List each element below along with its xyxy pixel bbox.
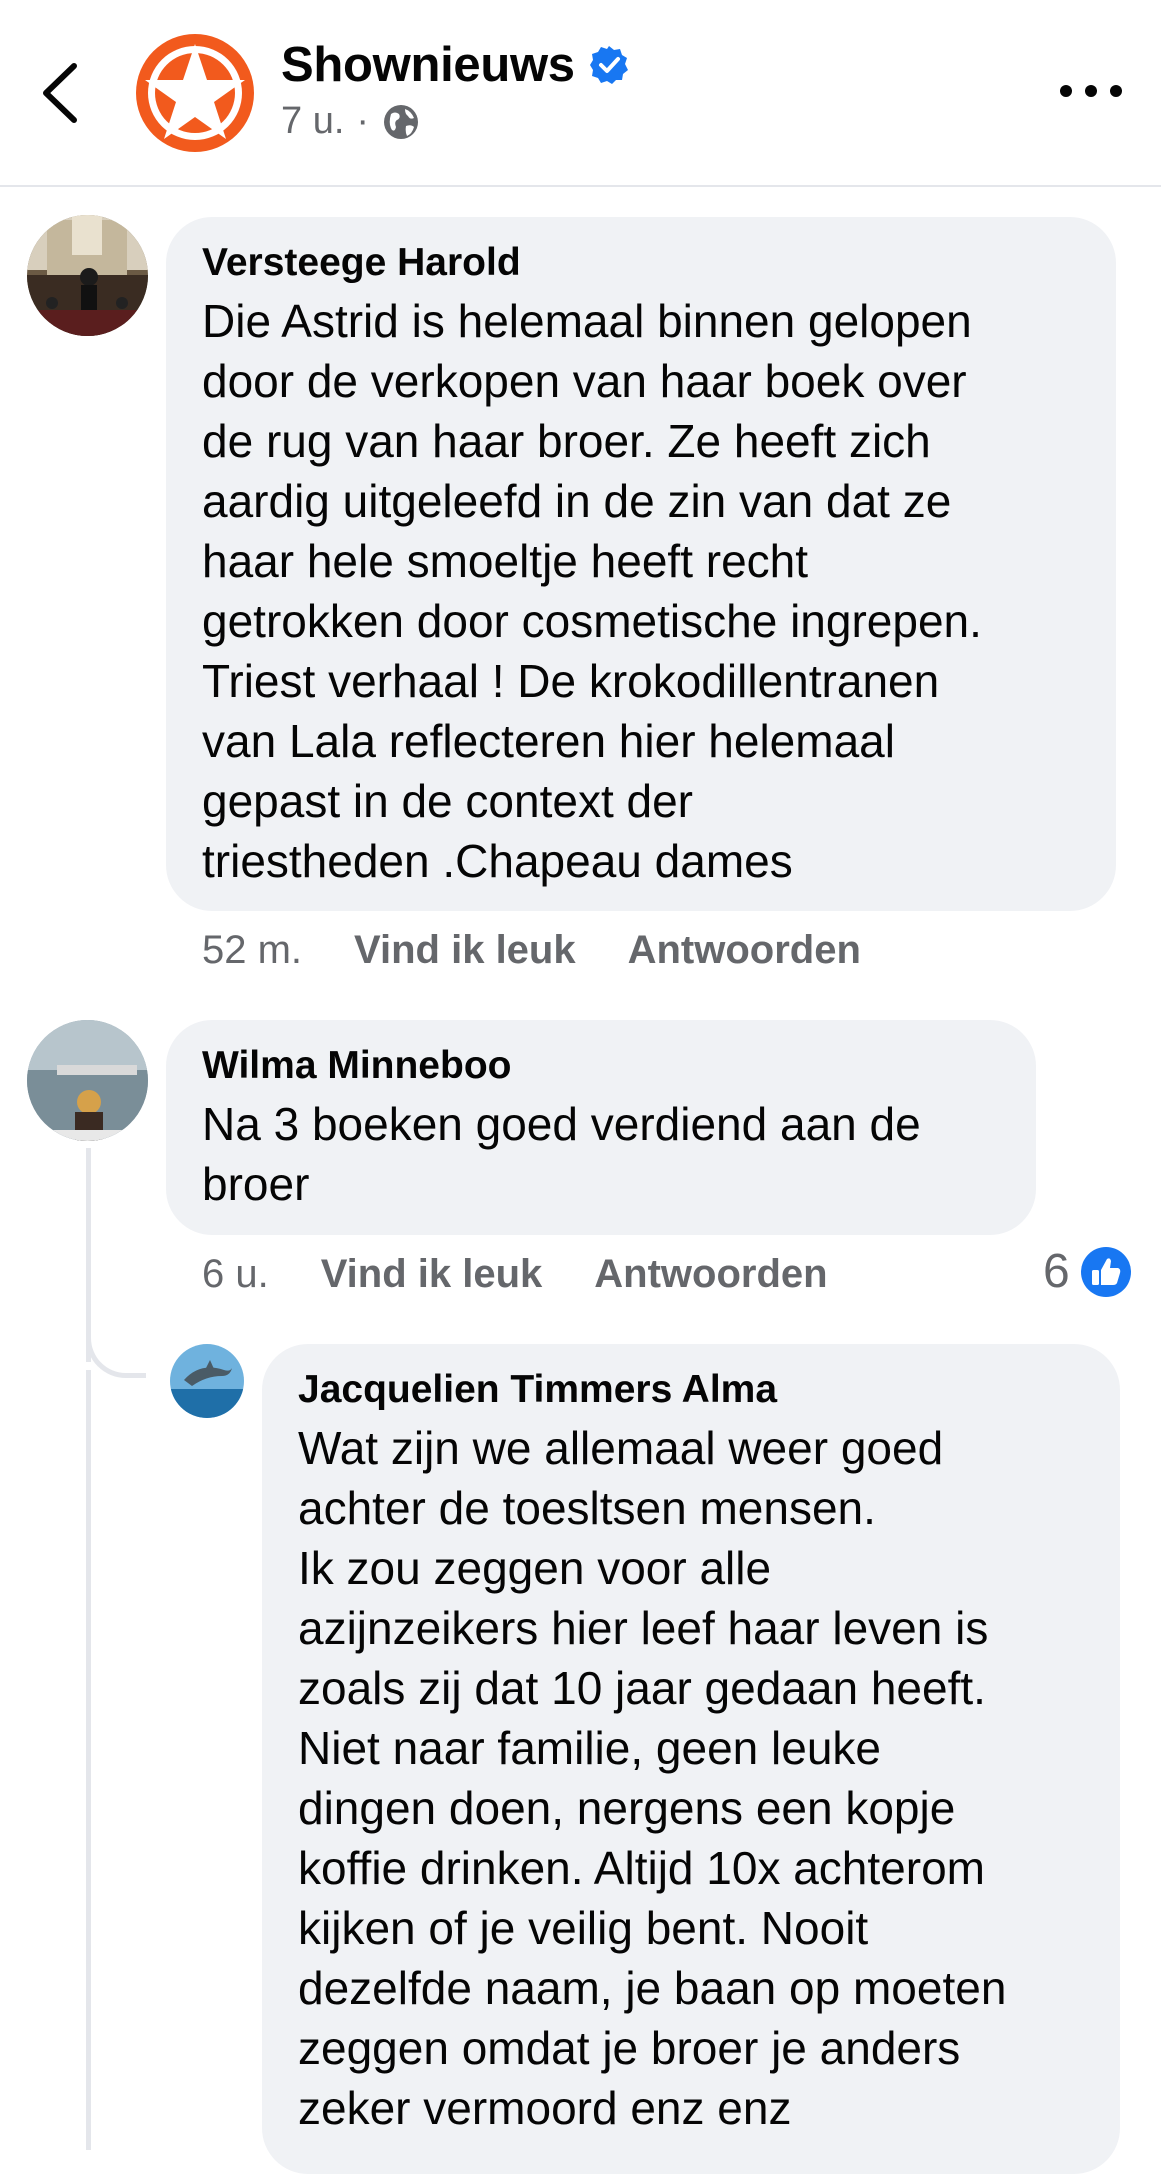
avatar[interactable]: [27, 1020, 148, 1141]
reply-thread-line-continued: [86, 1370, 130, 2150]
star-logo-icon: [136, 34, 254, 152]
page-name-text: Shownieuws: [281, 38, 575, 92]
reply-text: Wat zijn we allemaal weer goed achter de…: [298, 1422, 1007, 2134]
more-options-button[interactable]: [1056, 76, 1126, 106]
comment-bubble[interactable]: Wilma Minneboo Na 3 boeken goed verdiend…: [166, 1020, 1036, 1235]
comment-text: Na 3 boeken goed verdiend aan de broer: [202, 1098, 921, 1210]
like-button[interactable]: Vind ik leuk: [321, 1252, 543, 1297]
reply-button[interactable]: Antwoorden: [594, 1252, 827, 1297]
reaction-summary[interactable]: 6: [1043, 1244, 1132, 1299]
page-title[interactable]: Shownieuws: [281, 37, 629, 93]
reaction-count: 6: [1043, 1245, 1070, 1298]
avatar[interactable]: [27, 215, 148, 336]
avatar[interactable]: [170, 1344, 244, 1418]
comment-actions: 52 m. Vind ik leuk Antwoorden: [202, 928, 913, 973]
reply-button[interactable]: Antwoorden: [628, 928, 861, 973]
reply-author[interactable]: Jacquelien Timmers Alma: [298, 1366, 1084, 1414]
orchestra-avatar-image: [27, 215, 148, 336]
comment-time[interactable]: 52 m.: [202, 928, 302, 973]
comment-text: Die Astrid is helemaal binnen gelopen do…: [202, 295, 982, 887]
comment-bubble[interactable]: Versteege Harold Die Astrid is helemaal …: [166, 217, 1116, 911]
reply-bubble[interactable]: Jacquelien Timmers Alma Wat zijn we alle…: [262, 1344, 1120, 2174]
comment-time[interactable]: 6 u.: [202, 1252, 269, 1297]
comment-author[interactable]: Versteege Harold: [202, 239, 1080, 287]
post-header: Shownieuws 7 u. ·: [0, 0, 1161, 187]
post-meta: 7 u. ·: [281, 100, 421, 143]
dolphin-avatar-image: [170, 1344, 244, 1418]
comment-author[interactable]: Wilma Minneboo: [202, 1042, 1000, 1090]
back-button[interactable]: [34, 58, 90, 128]
verified-badge-icon: [589, 46, 628, 84]
page-logo[interactable]: [134, 32, 256, 154]
like-button[interactable]: Vind ik leuk: [354, 928, 576, 973]
chevron-left-icon: [43, 63, 77, 123]
meta-separator: ·: [356, 100, 370, 142]
reply-thread-connector: [86, 1260, 146, 1378]
seaside-avatar-image: [27, 1020, 148, 1141]
comment-actions: 6 u. Vind ik leuk Antwoorden: [202, 1252, 880, 1297]
more-horizontal-icon: [1060, 85, 1122, 97]
globe-icon: [384, 104, 419, 139]
post-time[interactable]: 7 u.: [281, 100, 344, 143]
thumbs-up-icon: [1080, 1246, 1131, 1297]
